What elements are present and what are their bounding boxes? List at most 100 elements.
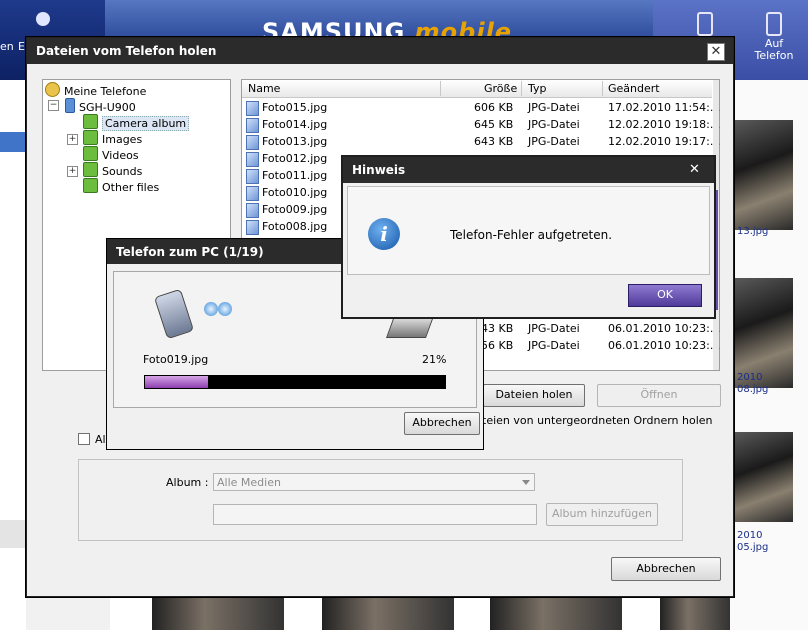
transfer-bubble-icon [204,302,218,316]
column-header-modified[interactable]: Geändert [608,82,660,95]
folder-icon [83,114,98,129]
table-row[interactable]: Foto015.jpg 606 KB JPG-Datei 17.02.2010 11:… [242,99,720,116]
folder-icon [83,130,98,145]
progress-title: Telefon zum PC (1/19) [116,245,264,259]
close-icon[interactable]: ✕ [707,43,725,61]
left-panel [0,80,26,630]
tree-item-other-files[interactable]: Other files [83,178,159,195]
send-to-phone-label-2: Telefon [754,49,794,62]
file-type-cell: JPG-Datei [528,135,580,148]
table-row[interactable]: Foto013.jpg 643 KB JPG-Datei 12.02.2010 19:… [242,133,720,150]
expand-icon[interactable]: + [67,134,78,145]
image-file-icon [246,135,259,150]
file-size-cell: 643 KB [474,135,514,148]
send-to-phone-button[interactable]: Auf Telefon [752,12,796,62]
photo-thumbnail[interactable] [733,120,793,230]
file-size-cell: 606 KB [474,101,514,114]
album-label: Album : [166,476,209,489]
image-file-icon [246,118,259,133]
image-file-icon [246,152,259,167]
file-type-cell: JPG-Datei [528,101,580,114]
column-header-type[interactable]: Typ [528,82,547,95]
transfer-percent: 21% [422,353,447,366]
column-header-name[interactable]: Name [248,82,280,95]
select-all-checkbox[interactable] [78,433,90,445]
file-name-cell: Foto008.jpg [262,220,328,233]
file-type-cell: JPG-Datei [528,339,580,352]
transfer-filename: Foto019.jpg [143,353,209,366]
tree-item-sounds[interactable]: Sounds [83,162,142,179]
hint-dialog: Hinweis ✕ i Telefon-Fehler aufgetreten. … [341,155,716,319]
left-panel-selected-row[interactable] [0,132,26,152]
file-modified-cell: 12.02.2010 19:17:... [608,135,721,148]
file-name-cell: Foto014.jpg [262,118,328,131]
album-groupbox: Album : Alle Medien Album hinzufügen [78,459,683,541]
hint-message-panel: i Telefon-Fehler aufgetreten. [347,186,710,275]
phone-icon[interactable] [697,12,713,38]
collapse-icon[interactable]: − [48,100,59,111]
computer-icon [385,316,435,338]
tree-item-images[interactable]: Images [83,130,142,147]
info-icon: i [368,218,400,250]
folder-icon [83,178,98,193]
thumb-caption: 2010 08.jpg [737,372,769,395]
wizard-icon[interactable] [36,12,50,26]
image-file-icon [246,186,259,201]
file-modified-cell: 12.02.2010 19:18:... [608,118,721,131]
file-name-cell: Foto012.jpg [262,152,328,165]
photo-thumbnail[interactable] [322,597,454,630]
photo-thumbnail[interactable] [660,597,730,630]
image-file-icon [246,203,259,218]
file-name-cell: Foto013.jpg [262,135,328,148]
tree-item-root[interactable]: Meine Telefone [45,82,146,99]
file-type-cell: JPG-Datei [528,322,580,335]
folder-icon [83,146,98,161]
hint-title: Hinweis [352,163,406,177]
photo-thumbnail[interactable] [733,432,793,522]
transfer-progress-bar [144,375,446,389]
chevron-down-icon [522,480,530,485]
thumb-caption: 2010 05.jpg [737,530,769,553]
progress-cancel-button[interactable]: Abbrechen [404,412,480,435]
album-select[interactable]: Alle Medien [213,473,535,491]
file-modified-cell: 06.01.2010 10:23:... [608,322,721,335]
dialog-title: Dateien vom Telefon holen [36,44,217,58]
album-name-field[interactable] [213,504,537,525]
table-row[interactable]: Foto014.jpg 645 KB JPG-Datei 12.02.2010 19:… [242,116,720,133]
file-list-header: Name Größe Typ Geändert [242,80,712,98]
expand-icon[interactable]: + [67,166,78,177]
thumb-caption: 13.jpg [737,226,769,237]
hint-message: Telefon-Fehler aufgetreten. [450,228,613,242]
get-files-button[interactable]: Dateien holen [483,384,585,407]
transfer-bubble-icon [218,302,232,316]
file-modified-cell: 06.01.2010 10:23:... [608,339,721,352]
tree-item-videos[interactable]: Videos [83,146,139,163]
cancel-button[interactable]: Abbrechen [611,557,721,581]
photo-thumbnail[interactable] [152,597,284,630]
file-name-cell: Foto010.jpg [262,186,328,199]
tree-item-camera-album[interactable]: Camera album [83,114,190,131]
hint-close-icon[interactable]: ✕ [689,162,700,177]
left-panel-row[interactable] [0,520,26,548]
phones-icon [45,82,60,97]
progress-fill [145,376,209,388]
file-name-cell: Foto011.jpg [262,169,328,182]
mobile-phone-icon [65,98,75,113]
column-header-size[interactable]: Größe [484,82,517,95]
photo-thumbnail[interactable] [490,597,622,630]
folder-icon [83,162,98,177]
phone-arrow-icon [766,12,782,36]
phone-icon [153,288,195,340]
image-file-icon [246,169,259,184]
ok-button[interactable]: OK [628,284,702,307]
tree-item-phone[interactable]: SGH-U900 [65,98,136,115]
subfolder-option-label: teien von untergeordneten Ordnern holen [482,414,713,427]
file-type-cell: JPG-Datei [528,118,580,131]
open-button[interactable]: Öffnen [597,384,721,407]
file-size-cell: 645 KB [474,118,514,131]
toolbar-label-left[interactable]: en [0,40,14,53]
file-name-cell: Foto009.jpg [262,203,328,216]
add-album-button[interactable]: Album hinzufügen [546,503,658,526]
image-file-icon [246,220,259,235]
toolbar-label-left-2[interactable]: E [18,40,25,53]
